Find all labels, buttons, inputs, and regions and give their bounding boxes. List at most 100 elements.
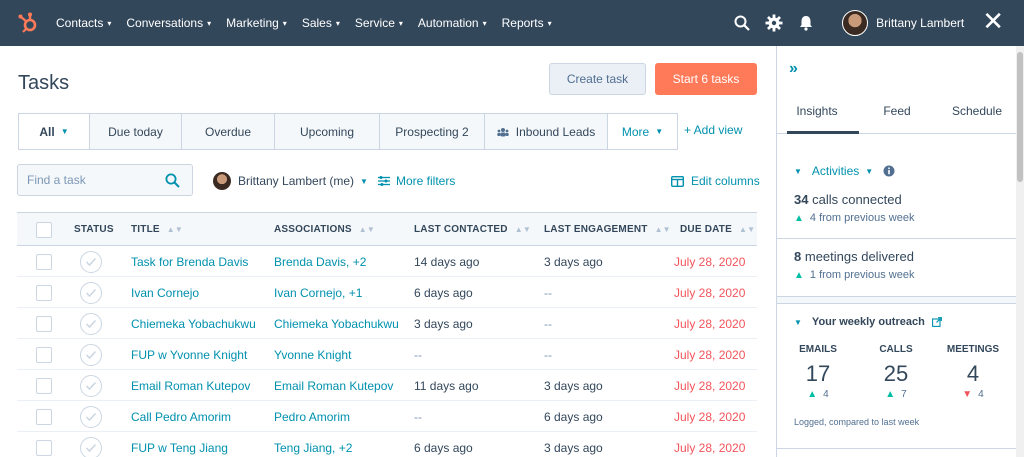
checkmark-icon [85,319,97,328]
page-title: Tasks [18,72,70,94]
checkbox[interactable] [36,439,52,456]
complete-task-button[interactable] [80,312,102,335]
task-title-link[interactable]: Email Roman Kutepov [131,370,250,401]
header-associations[interactable]: ASSOCIATIONS ▲▼ [274,213,375,246]
search-input[interactable] [27,173,157,187]
last-contacted-cell: -- [414,409,422,424]
checkbox[interactable] [36,346,52,363]
search-icon[interactable] [732,13,752,33]
complete-task-button[interactable] [80,281,102,304]
activities-section-header[interactable]: ▼ Activities ▼ [794,164,895,178]
checkbox[interactable] [36,408,52,425]
panel-scrollbar[interactable] [1016,46,1024,457]
table-row[interactable]: FUP w Teng Jiang Teng Jiang, +2 6 days ago… [17,432,757,457]
last-contacted-cell: 3 days ago [414,316,473,331]
arrow-up-icon: ▲ [794,212,804,224]
checkbox[interactable] [36,253,52,270]
tasks-table: STATUS TITLE ▲▼ ASSOCIATIONS ▲▼ LAST CONTA… [17,212,757,457]
complete-task-button[interactable] [80,250,102,273]
association-link[interactable]: Ivan Cornejo, +1 [274,277,362,308]
checkbox[interactable] [36,377,52,394]
task-title-link[interactable]: Call Pedro Amorim [131,401,231,432]
owner-filter-label: Brittany Lambert (me) [238,174,355,188]
association-link[interactable]: Teng Jiang, +2 [274,432,352,457]
chevron-down-icon: ▾ [482,18,487,28]
association-link[interactable]: Yvonne Knight [274,339,351,370]
table-row[interactable]: Task for Brenda Davis Brenda Davis, +2 14 … [17,246,757,277]
outreach-footnote: Logged, compared to last week [794,417,920,427]
sort-icon: ▲▼ [166,225,184,234]
tab-schedule[interactable]: Schedule [937,104,1017,133]
nav-service[interactable]: Service ▾ [355,16,403,30]
avatar [842,10,869,36]
tab-more[interactable]: More ▼ [607,114,677,149]
association-link[interactable]: Brenda Davis, +2 [274,246,366,277]
weekly-outreach-header[interactable]: ▼ Your weekly outreach [794,316,942,328]
table-row[interactable]: Call Pedro Amorim Pedro Amorim -- 6 days ag… [17,401,757,432]
row-checkbox-cell [36,277,52,308]
hubspot-logo-icon[interactable] [16,11,40,35]
table-row[interactable]: Chiemeka Yobachukwu Chiemeka Yobachukwu 3 … [17,308,757,339]
complete-task-button[interactable] [80,374,102,397]
tab-all[interactable]: All ▼ [19,114,89,149]
nav-sales[interactable]: Sales ▾ [302,16,340,30]
checkbox[interactable] [36,284,52,301]
task-title-link[interactable]: Task for Brenda Davis [131,246,248,277]
search-icon[interactable] [165,173,180,193]
header-last-contacted[interactable]: LAST CONTACTED ▲▼ [414,213,531,246]
user-menu[interactable]: Brittany Lambert [842,10,964,36]
table-row[interactable]: Email Roman Kutepov Email Roman Kutepov 11… [17,370,757,401]
owner-filter[interactable]: Brittany Lambert (me) ▼ [213,172,368,190]
nav-conversations[interactable]: Conversations ▾ [126,16,211,30]
edit-columns-button[interactable]: Edit columns [671,174,760,188]
complete-task-button[interactable] [80,343,102,366]
complete-task-button[interactable] [80,436,102,457]
task-title-link[interactable]: Ivan Cornejo [131,277,199,308]
bell-icon[interactable] [796,13,816,33]
more-filters-button[interactable]: More filters [378,174,455,188]
task-title-link[interactable]: FUP w Teng Jiang [131,432,228,457]
task-title-link[interactable]: Chiemeka Yobachukwu [131,308,256,339]
weekly-outreach-title: Your weekly outreach [811,316,925,328]
checkbox[interactable] [36,315,52,332]
header-due-date[interactable]: DUE DATE ▲▼ [680,213,755,246]
header-last-engagement[interactable]: LAST ENGAGEMENT ▲▼ [544,213,671,246]
tab-due-today[interactable]: Due today [89,114,181,149]
tab-prospecting-2[interactable]: Prospecting 2 [379,114,484,149]
gear-icon[interactable] [764,13,784,33]
due-date-cell: July 28, 2020 [674,254,746,269]
panel-tabs: Insights Feed Schedule [777,104,1017,134]
tab-inbound-leads[interactable]: Inbound Leads [484,114,607,149]
add-view-link[interactable]: + Add view [684,123,742,137]
collapse-panel-icon[interactable]: » [789,60,798,78]
tab-prospecting-label: Prospecting 2 [395,124,469,139]
last-contacted-cell: 6 days ago [414,285,473,300]
external-link-icon[interactable] [931,317,942,327]
checkbox[interactable] [36,221,52,238]
tab-upcoming[interactable]: Upcoming [274,114,379,149]
association-link[interactable]: Chiemeka Yobachukwu [274,308,399,339]
outreach-meetings: MEETINGS 4 ▼ 4 [943,344,1003,400]
start-tasks-button[interactable]: Start 6 tasks [655,63,757,95]
nav-reports[interactable]: Reports ▾ [502,16,552,30]
table-row[interactable]: Ivan Cornejo Ivan Cornejo, +1 6 days ago --… [17,277,757,308]
select-all-checkbox[interactable] [36,213,52,246]
scrollbar-thumb[interactable] [1017,52,1023,182]
close-icon[interactable]: ✕ [982,8,1004,34]
nav-marketing[interactable]: Marketing ▾ [226,16,287,30]
association-link[interactable]: Pedro Amorim [274,401,350,432]
association-link[interactable]: Email Roman Kutepov [274,370,393,401]
tab-overdue[interactable]: Overdue [181,114,274,149]
nav-automation[interactable]: Automation ▾ [418,16,487,30]
create-task-button[interactable]: Create task [549,63,646,95]
table-body: Task for Brenda Davis Brenda Davis, +2 14 … [17,246,757,457]
info-icon[interactable] [883,165,895,177]
tab-insights[interactable]: Insights [777,104,857,133]
nav-contacts[interactable]: Contacts ▾ [56,16,111,30]
task-title-link[interactable]: FUP w Yvonne Knight [131,339,247,370]
table-row[interactable]: FUP w Yvonne Knight Yvonne Knight -- -- July… [17,339,757,370]
complete-task-button[interactable] [80,405,102,428]
tab-upcoming-label: Upcoming [299,124,355,139]
header-title[interactable]: TITLE ▲▼ [131,213,183,246]
tab-feed[interactable]: Feed [857,104,937,133]
